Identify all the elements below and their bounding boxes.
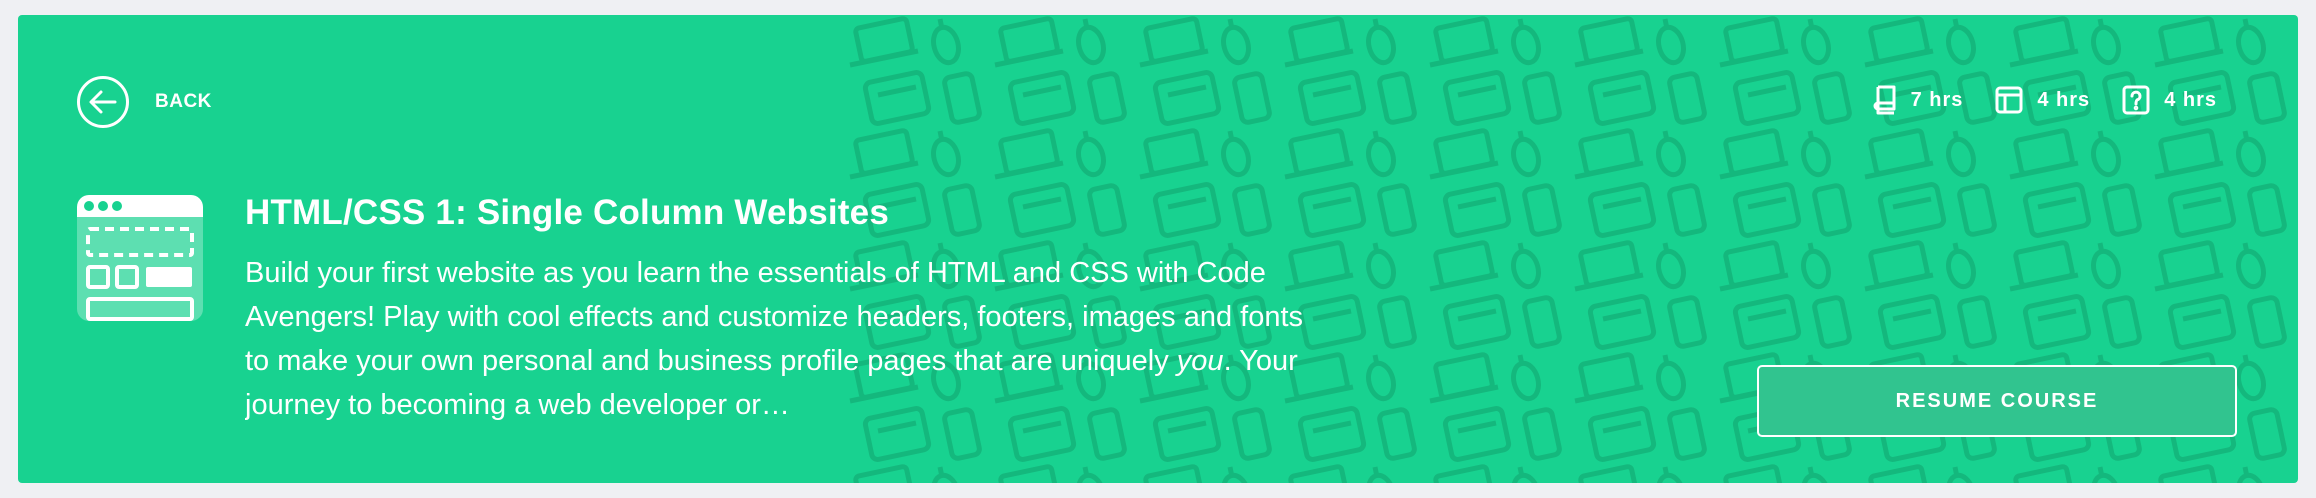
back-label: BACK bbox=[155, 91, 212, 112]
back-button[interactable]: BACK bbox=[77, 76, 212, 128]
course-description-emphasis: you bbox=[1176, 345, 1224, 377]
course-title: HTML/CSS 1: Single Column Websites bbox=[245, 193, 889, 232]
course-description: Build your first website as you learn th… bbox=[245, 251, 1335, 427]
layout-icon bbox=[1995, 86, 2023, 114]
course-description-text: Build your first website as you learn th… bbox=[245, 257, 1304, 377]
question-icon bbox=[2122, 85, 2150, 115]
book-icon bbox=[1873, 85, 1896, 115]
stat-reading-value: 7 hrs bbox=[1910, 88, 1964, 111]
stat-quizzes-value: 4 hrs bbox=[2164, 88, 2217, 111]
course-stats: 7 hrs 4 hrs 4 hrs bbox=[1873, 85, 2217, 115]
stat-projects-value: 4 hrs bbox=[2037, 88, 2091, 111]
resume-course-button[interactable]: RESUME COURSE bbox=[1757, 365, 2237, 437]
website-layout-icon bbox=[77, 195, 203, 321]
course-banner: BACK 7 hrs 4 hrs 4 hrs HTML/CSS 1: Singl… bbox=[18, 15, 2298, 483]
stat-projects: 4 hrs bbox=[1995, 86, 2090, 114]
stat-reading: 7 hrs bbox=[1873, 85, 1964, 115]
arrow-left-icon bbox=[77, 76, 129, 128]
stat-quizzes: 4 hrs bbox=[2122, 85, 2217, 115]
